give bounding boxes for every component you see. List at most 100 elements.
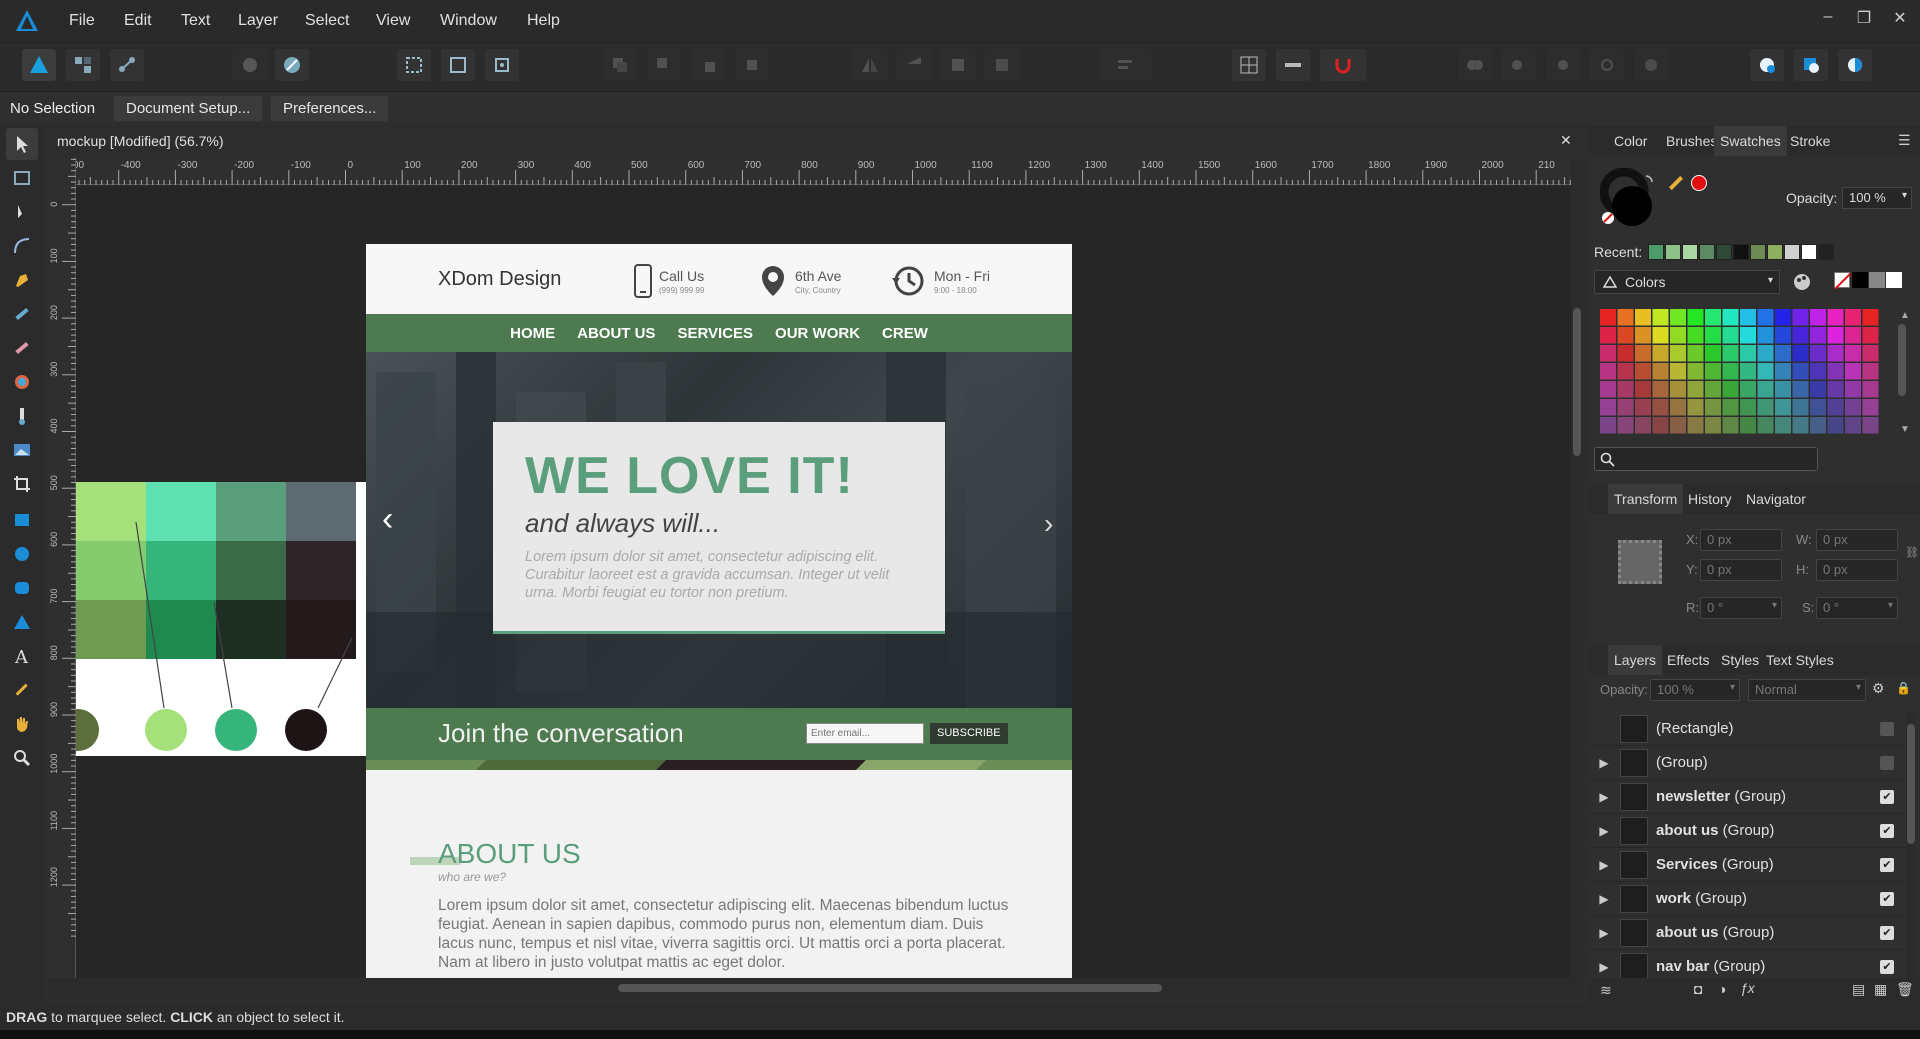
tab-transform[interactable]: Transform [1608, 484, 1684, 514]
insert-behind-icon[interactable] [1794, 49, 1828, 81]
place-image-icon[interactable] [6, 434, 38, 466]
swatch-cell[interactable] [1722, 309, 1739, 326]
h-field[interactable]: 0 px [1816, 559, 1898, 581]
swatch-cell[interactable] [1757, 345, 1774, 362]
move-tool-icon[interactable] [6, 128, 38, 160]
arrange-backward-icon[interactable] [647, 49, 681, 81]
x-field[interactable]: 0 px [1700, 529, 1782, 551]
recent-swatch[interactable] [1750, 244, 1766, 260]
swatch-cell[interactable] [1810, 381, 1826, 398]
arrange-back-icon[interactable] [603, 49, 637, 81]
pixel-persona-icon[interactable] [66, 49, 100, 81]
swatch-cell[interactable] [1757, 327, 1774, 344]
swatch-cell[interactable] [1635, 399, 1651, 416]
swatch-cell[interactable] [1827, 399, 1844, 416]
crop-tool-icon[interactable] [6, 468, 38, 500]
nav-services[interactable]: SERVICES [677, 325, 753, 342]
swatch-cell[interactable] [1600, 417, 1616, 434]
menu-file[interactable]: File [69, 12, 95, 30]
swatch-cell[interactable] [1810, 363, 1826, 380]
w-field[interactable]: 0 px [1816, 529, 1898, 551]
insert-inside-icon[interactable] [1750, 49, 1784, 81]
swatch-cell[interactable] [1652, 417, 1669, 434]
grid-toggle-icon[interactable] [1232, 49, 1266, 81]
menu-help[interactable]: Help [527, 12, 560, 30]
layer-visibility-checkbox[interactable]: ✔ [1880, 891, 1894, 906]
designer-persona-icon[interactable] [22, 49, 56, 81]
blend-mode-select[interactable]: Normal ▾ [1748, 679, 1866, 701]
nav-home[interactable]: HOME [510, 325, 555, 342]
swatch-cell[interactable] [1757, 363, 1774, 380]
white-swatch[interactable] [1886, 272, 1902, 288]
recent-swatch[interactable] [1648, 244, 1664, 260]
swatch-cell[interactable] [1705, 381, 1721, 398]
gray-swatch[interactable] [1869, 272, 1885, 288]
layer-visibility-checkbox[interactable]: ✔ [1880, 925, 1894, 940]
transparency-tool-icon[interactable] [6, 400, 38, 432]
swatch-cell[interactable] [1757, 417, 1774, 434]
pencil-tool-icon[interactable] [6, 298, 38, 330]
swatch-cell[interactable] [1775, 381, 1791, 398]
restore-button[interactable]: ❐ [1849, 8, 1879, 28]
recent-swatch[interactable] [1784, 244, 1800, 260]
horizontal-ruler[interactable]: -500 -400 -300 -200 -100 0 100 200 300 400 500 600 7… [76, 158, 1583, 185]
swatch-cell[interactable] [1740, 309, 1756, 326]
swatch-cell[interactable] [1845, 399, 1861, 416]
swatch-cell[interactable] [1600, 327, 1616, 344]
nav-about[interactable]: ABOUT US [577, 325, 655, 342]
layer-visibility-checkbox[interactable]: ✔ [1880, 959, 1894, 974]
tab-history[interactable]: History [1688, 491, 1732, 507]
swatch-cell[interactable] [1635, 309, 1651, 326]
canvas[interactable]: XDom Design Call Us (999) 999 99 6th Ave… [76, 186, 1571, 978]
tab-color[interactable]: Color [1614, 133, 1647, 149]
y-field[interactable]: 0 px [1700, 559, 1782, 581]
black-swatch[interactable] [1852, 272, 1868, 288]
swatch-cell[interactable] [1617, 399, 1634, 416]
tab-effects[interactable]: Effects [1667, 652, 1710, 668]
boolean-xor-icon[interactable] [1590, 49, 1624, 81]
adjustment-layer-icon[interactable]: ◑ [1718, 981, 1726, 997]
swatch-cell[interactable] [1670, 417, 1686, 434]
layer-row[interactable]: ▶ newsletter (Group) ✔ [1590, 780, 1908, 814]
swatch-cell[interactable] [1827, 309, 1844, 326]
snapping-wand-icon[interactable] [275, 49, 309, 81]
layer-settings-icon[interactable]: ⚙ [1872, 680, 1885, 697]
app-logo-icon[interactable] [14, 8, 40, 34]
insert-top-icon[interactable] [1838, 49, 1872, 81]
swatch-cell[interactable] [1705, 363, 1721, 380]
guides-icon[interactable] [1276, 49, 1310, 81]
swatch-cell[interactable] [1617, 381, 1634, 398]
layer-row[interactable]: (Rectangle) [1590, 712, 1908, 746]
menu-text[interactable]: Text [181, 12, 210, 30]
close-window-button[interactable]: ✕ [1885, 8, 1915, 28]
swatch-cell[interactable] [1775, 363, 1791, 380]
swatch-cell[interactable] [1827, 417, 1844, 434]
close-document-icon[interactable]: ✕ [1560, 132, 1572, 149]
swatch-cell[interactable] [1810, 417, 1826, 434]
palette-board[interactable] [76, 482, 380, 756]
layer-visibility-checkbox[interactable] [1880, 721, 1894, 736]
swatch-cell[interactable] [1845, 381, 1861, 398]
swatch-cell[interactable] [1740, 345, 1756, 362]
mask-layer-icon[interactable]: ◘ [1694, 981, 1702, 997]
swatch-cell[interactable] [1827, 363, 1844, 380]
swatch-cell[interactable] [1845, 345, 1861, 362]
swatch-cell[interactable] [1635, 381, 1651, 398]
swatch-cell[interactable] [1722, 345, 1739, 362]
swatch-cell[interactable] [1617, 345, 1634, 362]
swatch-cell[interactable] [1845, 417, 1861, 434]
arrange-front-icon[interactable] [735, 49, 769, 81]
swatch-cell[interactable] [1740, 399, 1756, 416]
recent-swatch[interactable] [1665, 244, 1681, 260]
recent-swatch[interactable] [1682, 244, 1698, 260]
swatch-cell[interactable] [1862, 363, 1879, 380]
layer-row[interactable]: ▶ work (Group) ✔ [1590, 882, 1908, 916]
swatch-cell[interactable] [1600, 399, 1616, 416]
swatch-cell[interactable] [1792, 417, 1809, 434]
layer-visibility-checkbox[interactable]: ✔ [1880, 857, 1894, 872]
flip-vertical-icon[interactable] [897, 49, 931, 81]
swatch-cell[interactable] [1827, 381, 1844, 398]
swatch-cell[interactable] [1862, 309, 1879, 326]
layer-visibility-checkbox[interactable]: ✔ [1880, 823, 1894, 838]
swatch-cell[interactable] [1740, 363, 1756, 380]
